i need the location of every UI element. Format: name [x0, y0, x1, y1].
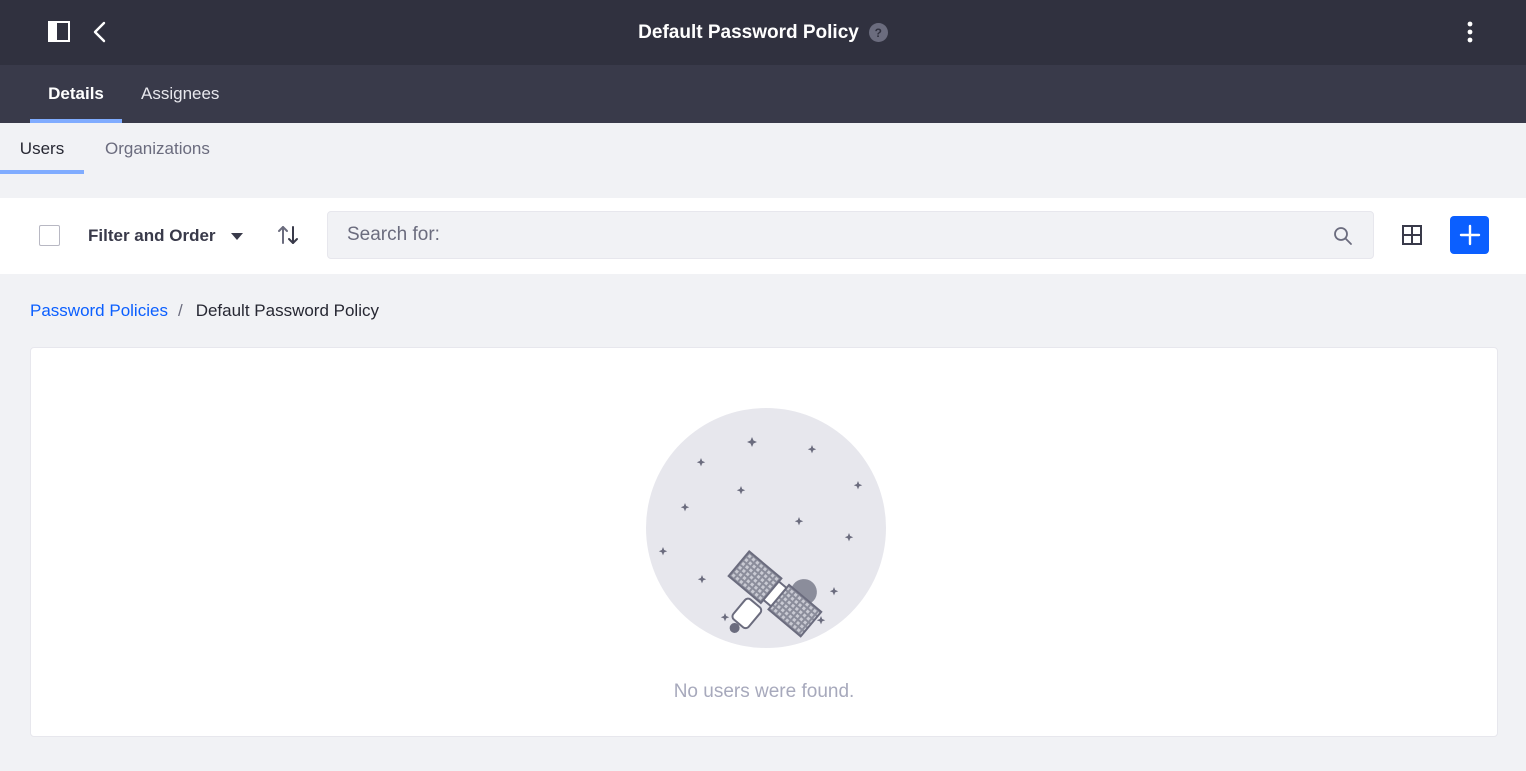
help-icon[interactable]: ? — [868, 23, 888, 42]
sidebar-toggle-icon[interactable] — [48, 21, 70, 42]
empty-state-card: No users were found. — [30, 347, 1498, 737]
back-chevron-icon[interactable] — [90, 20, 110, 44]
tab-organizations[interactable]: Organizations — [105, 123, 210, 174]
sort-arrows-icon[interactable] — [276, 223, 300, 247]
tab-users[interactable]: Users — [0, 123, 84, 174]
management-toolbar: Filter and Order — [0, 198, 1526, 274]
search-box[interactable] — [327, 211, 1374, 259]
sub-tabs: Users Organizations — [0, 123, 1526, 198]
breadcrumb-password-policies-link[interactable]: Password Policies — [30, 301, 168, 321]
plus-icon — [1459, 224, 1480, 246]
grid-view-icon[interactable] — [1401, 224, 1423, 246]
breadcrumb-separator: / — [177, 301, 183, 320]
breadcrumb-current: Default Password Policy — [195, 301, 379, 320]
navigation-bar: Details Assignees — [0, 65, 1526, 123]
filter-and-order-dropdown[interactable]: Filter and Order — [88, 224, 243, 248]
select-all-checkbox[interactable] — [39, 225, 60, 246]
add-button[interactable] — [1450, 216, 1489, 254]
caret-down-icon — [230, 232, 243, 240]
tab-assignees[interactable]: Assignees — [141, 65, 219, 123]
empty-state-message: No users were found. — [673, 681, 855, 702]
breadcrumb: Password Policies / Default Password Pol… — [30, 299, 379, 323]
filter-label: Filter and Order — [88, 226, 216, 245]
search-icon[interactable] — [1333, 226, 1353, 246]
top-header: Default Password Policy ? — [0, 0, 1526, 65]
satellite-illustration — [646, 408, 886, 648]
search-input[interactable] — [328, 212, 1318, 258]
kebab-menu-icon[interactable] — [1458, 20, 1482, 44]
page-title: Default Password Policy — [638, 21, 859, 43]
tab-details[interactable]: Details — [30, 65, 122, 123]
